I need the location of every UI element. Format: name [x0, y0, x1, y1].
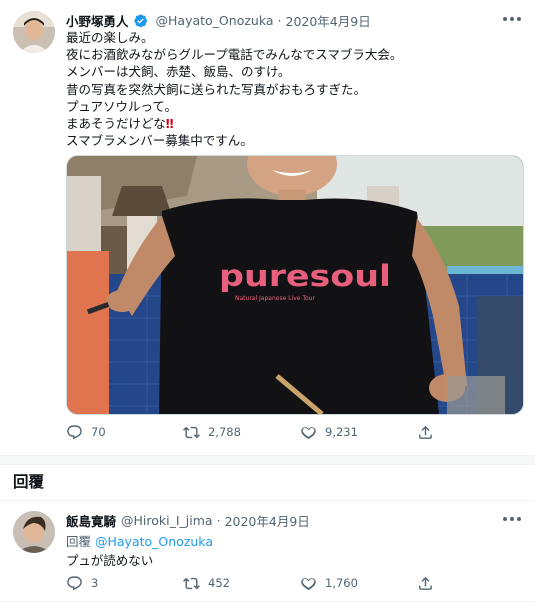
- like-button[interactable]: 9,231: [300, 424, 417, 441]
- like-count: 9,231: [325, 425, 358, 439]
- tweet-date[interactable]: 2020年4月9日: [286, 11, 371, 30]
- retweet-icon: [183, 577, 200, 590]
- tweet-actions: 70 2,788 9,231: [66, 424, 534, 441]
- reply-icon: [67, 576, 82, 591]
- replies-heading: 回覆: [13, 473, 45, 491]
- replying-label: 回覆: [66, 534, 92, 549]
- reply-button[interactable]: 3: [66, 575, 183, 592]
- tweet-line: スマブラメンバー募集中ですん。: [66, 133, 253, 149]
- like-icon: [301, 578, 316, 591]
- reply-count: 70: [91, 425, 106, 439]
- retweet-count: 2,788: [208, 425, 241, 439]
- verified-badge-icon: [133, 13, 148, 28]
- replying-to: 回覆 @Hayato_Onozuka: [66, 531, 213, 550]
- tweet-line: 最近の楽しみ。: [66, 30, 154, 45]
- like-button[interactable]: 1,760: [300, 575, 417, 592]
- tweet-line: メンバーは犬飼、赤楚、飯島、のすけ。: [66, 64, 291, 80]
- tweet-line: まあそうだけどな: [66, 116, 166, 132]
- tweet-date[interactable]: 2020年4月9日: [225, 511, 310, 530]
- author-name[interactable]: 飯島寛騎: [66, 511, 116, 530]
- share-icon: [419, 576, 432, 590]
- double-exclamation-icon: ‼: [165, 116, 174, 132]
- like-count: 1,760: [325, 576, 358, 590]
- tweet-line: プュアソウルって。: [66, 98, 178, 114]
- tweet-header: 小野塚勇人 @Hayato_Onozuka · 2020年4月9日: [66, 11, 371, 30]
- tweet[interactable]: 小野塚勇人 @Hayato_Onozuka · 2020年4月9日 最近の楽しみ…: [0, 0, 535, 455]
- author-name[interactable]: 小野塚勇人: [66, 11, 129, 30]
- share-button[interactable]: [417, 575, 534, 592]
- retweet-icon: [183, 426, 200, 439]
- more-icon[interactable]: [503, 516, 521, 522]
- author-handle[interactable]: @Hiroki_I_jima: [121, 513, 213, 528]
- reply-actions: 3 452 1,760: [66, 575, 534, 592]
- tweet-text: 最近の楽しみ。 夜にお酒飲みながらグループ電話でみんなでスマブラ大会。 メンバー…: [66, 29, 526, 149]
- like-icon: [301, 427, 316, 440]
- tweet-line: 昔の写真を突然犬飼に送られた写真がおもろすぎた。: [66, 81, 367, 97]
- share-button[interactable]: [417, 424, 534, 441]
- avatar[interactable]: [13, 11, 55, 53]
- separator-dot: ·: [216, 513, 221, 528]
- retweet-count: 452: [208, 576, 230, 590]
- reply-count: 3: [91, 576, 99, 590]
- replying-to-link[interactable]: @Hayato_Onozuka: [95, 534, 213, 549]
- photo-illustration: puresoul Natural Japanese Live Tour: [67, 156, 523, 414]
- retweet-button[interactable]: 452: [183, 575, 300, 592]
- avatar[interactable]: [13, 511, 55, 553]
- shirt-print-text: puresoul: [219, 259, 391, 293]
- divider: [0, 500, 535, 501]
- author-handle[interactable]: @Hayato_Onozuka: [156, 13, 274, 28]
- more-icon[interactable]: [503, 16, 521, 22]
- tweet-photo[interactable]: puresoul Natural Japanese Live Tour: [66, 155, 524, 415]
- reply-icon: [67, 425, 82, 440]
- reply-header: 飯島寛騎 @Hiroki_I_jima · 2020年4月9日: [66, 511, 310, 530]
- reply-button[interactable]: 70: [66, 424, 183, 441]
- share-icon: [419, 425, 432, 439]
- tweet-line-with-emphasis: まあそうだけどな‼: [66, 115, 526, 132]
- reply-text: プュが読めない: [66, 553, 154, 568]
- section-divider: [0, 455, 535, 465]
- tweet-line: 夜にお酒飲みながらグループ電話でみんなでスマブラ大会。: [66, 47, 403, 63]
- retweet-button[interactable]: 2,788: [183, 424, 300, 441]
- separator-dot: ·: [277, 13, 282, 28]
- shirt-print-subtext: Natural Japanese Live Tour: [235, 295, 315, 302]
